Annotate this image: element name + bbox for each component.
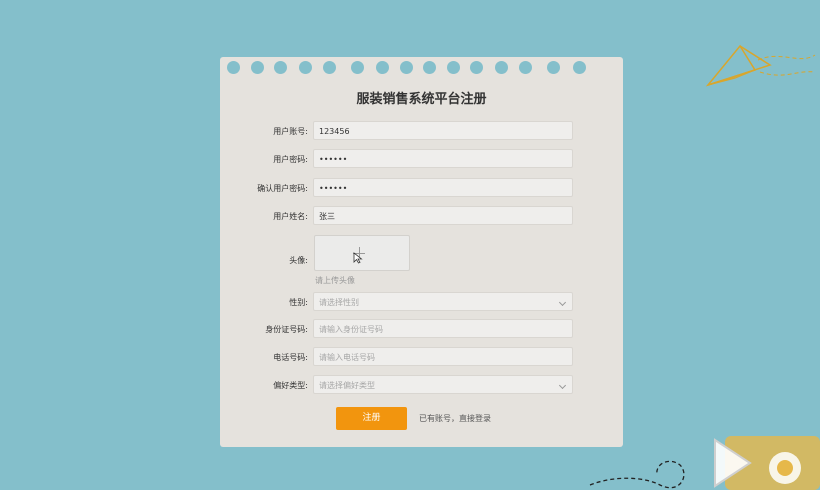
- logo-decoration: [714, 436, 820, 490]
- notebook-holes: [220, 61, 623, 77]
- id-number-label: 身份证号码:: [265, 325, 308, 334]
- confirm-password-input[interactable]: ••••••: [313, 178, 573, 197]
- notebook-hole: [547, 61, 560, 74]
- account-input[interactable]: 123456: [313, 121, 573, 140]
- account-label: 用户账号:: [273, 127, 308, 136]
- notebook-hole: [519, 61, 532, 74]
- notebook-hole: [351, 61, 364, 74]
- notebook-hole: [376, 61, 389, 74]
- notebook-hole: [573, 61, 586, 74]
- avatar-row: 头像:: [220, 250, 623, 271]
- notebook-hole: [447, 61, 460, 74]
- avatar-upload-button[interactable]: [314, 235, 410, 271]
- login-link[interactable]: 已有账号，直接登录: [419, 413, 491, 424]
- confirm-password-label: 确认用户密码:: [257, 184, 308, 193]
- id-number-input[interactable]: 请输入身份证号码: [313, 319, 573, 338]
- phone-label: 电话号码:: [273, 353, 308, 362]
- name-label: 用户姓名:: [273, 212, 308, 221]
- confirm-password-row: 确认用户密码: ••••••: [220, 178, 623, 199]
- account-row: 用户账号: 123456: [220, 121, 623, 142]
- notebook-hole: [251, 61, 264, 74]
- gender-label: 性别:: [289, 298, 308, 307]
- mouse-cursor-icon: [353, 252, 363, 264]
- name-input[interactable]: 张三: [313, 206, 573, 225]
- chevron-down-icon: [558, 381, 567, 390]
- preference-select-placeholder: 请选择偏好类型: [319, 381, 375, 390]
- avatar-label: 头像:: [289, 256, 308, 265]
- register-card: 服装销售系统平台注册 用户账号: 123456 用户密码: •••••• 确认用…: [220, 57, 623, 447]
- paper-plane-icon: [705, 44, 816, 87]
- notebook-hole: [323, 61, 336, 74]
- password-input[interactable]: ••••••: [313, 149, 573, 168]
- notebook-hole: [227, 61, 240, 74]
- phone-row: 电话号码: 请输入电话号码: [220, 347, 623, 368]
- notebook-hole: [423, 61, 436, 74]
- notebook-hole: [274, 61, 287, 74]
- avatar-upload-hint: 请上传头像: [315, 276, 355, 285]
- gender-row: 性别: 请选择性别: [220, 292, 623, 313]
- preference-label: 偏好类型:: [273, 381, 308, 390]
- phone-input[interactable]: 请输入电话号码: [313, 347, 573, 366]
- preference-row: 偏好类型: 请选择偏好类型: [220, 375, 623, 396]
- password-row: 用户密码: ••••••: [220, 149, 623, 170]
- preference-select[interactable]: 请选择偏好类型: [313, 375, 573, 394]
- gender-select-placeholder: 请选择性别: [319, 298, 359, 307]
- name-row: 用户姓名: 张三: [220, 206, 623, 227]
- notebook-hole: [495, 61, 508, 74]
- notebook-hole: [400, 61, 413, 74]
- page-title: 服装销售系统平台注册: [356, 92, 487, 107]
- dashed-loop-decoration: [589, 460, 685, 489]
- gender-select[interactable]: 请选择性别: [313, 292, 573, 311]
- chevron-down-icon: [558, 298, 567, 307]
- password-label: 用户密码:: [273, 155, 308, 164]
- notebook-hole: [299, 61, 312, 74]
- id-number-row: 身份证号码: 请输入身份证号码: [220, 319, 623, 340]
- register-button[interactable]: 注册: [336, 407, 407, 430]
- notebook-hole: [470, 61, 483, 74]
